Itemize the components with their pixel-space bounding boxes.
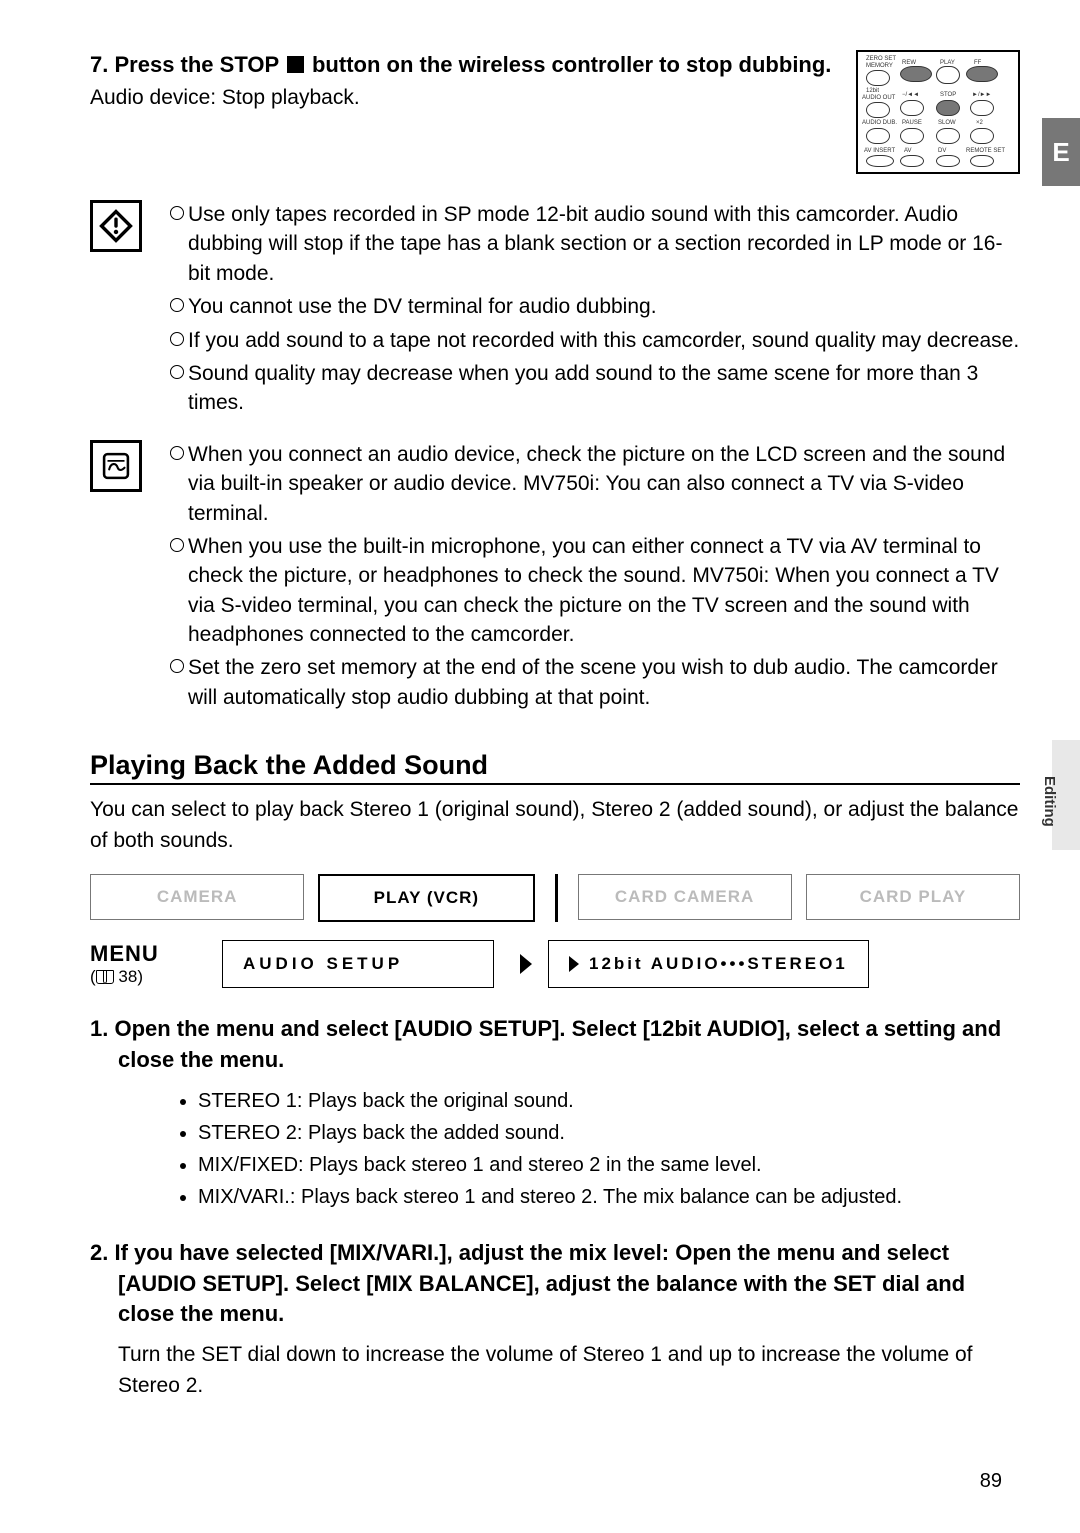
note-item: If you add sound to a tape not recorded … — [166, 326, 1020, 355]
step-body: Turn the SET dial down to increase the v… — [118, 1340, 1020, 1401]
section-tab-editing: Editing — [1052, 740, 1080, 850]
mode-indicator-row: CAMERA PLAY (VCR) CARD CAMERA CARD PLAY — [90, 874, 1020, 922]
step-bullet: STEREO 1: Plays back the original sound. — [198, 1086, 1020, 1116]
stop-icon — [287, 56, 304, 73]
arrow-icon — [520, 954, 532, 974]
mode-divider — [555, 874, 558, 922]
warning-icon — [90, 200, 142, 252]
section-heading: Playing Back the Added Sound — [90, 750, 1020, 785]
note-item: When you use the built-in microphone, yo… — [166, 532, 1020, 650]
play-icon — [569, 956, 579, 972]
note-item: Sound quality may decrease when you add … — [166, 359, 1020, 418]
step-bullet: MIX/FIXED: Plays back stereo 1 and stere… — [198, 1150, 1020, 1180]
note-item: Set the zero set memory at the end of th… — [166, 653, 1020, 712]
menu-label: MENU ( 38) — [90, 941, 210, 987]
notes-icon — [90, 440, 142, 492]
mode-play-vcr: PLAY (VCR) — [318, 874, 534, 922]
note-item: You cannot use the DV terminal for audio… — [166, 292, 1020, 321]
caution-block: Use only tapes recorded in SP mode 12-bi… — [90, 200, 1020, 422]
step-subtext: Audio device: Stop playback. — [90, 86, 836, 110]
book-icon — [96, 970, 114, 984]
side-tab: E — [1042, 118, 1080, 186]
step-title: 1. Open the menu and select [AUDIO SETUP… — [90, 1014, 1020, 1076]
numbered-step: 2. If you have selected [MIX/VARI.], adj… — [90, 1238, 1020, 1401]
note-item: Use only tapes recorded in SP mode 12-bi… — [166, 200, 1020, 288]
step-bullet: STEREO 2: Plays back the added sound. — [198, 1118, 1020, 1148]
numbered-step: 1. Open the menu and select [AUDIO SETUP… — [90, 1014, 1020, 1212]
notes-block: When you connect an audio device, check … — [90, 440, 1020, 717]
menu-chip-audio-setup: AUDIO SETUP — [222, 940, 494, 988]
step-bullet-list: STEREO 1: Plays back the original sound.… — [138, 1086, 1020, 1212]
mode-card-play: CARD PLAY — [806, 874, 1020, 920]
menu-path-row: MENU ( 38) AUDIO SETUP 12bit AUDIO•••STE… — [90, 940, 1020, 988]
remote-controller-diagram: ZERO SET MEMORY REW PLAY FF 12bit AUDIO … — [856, 50, 1020, 174]
section-intro: You can select to play back Stereo 1 (or… — [90, 795, 1020, 856]
mode-card-camera: CARD CAMERA — [578, 874, 792, 920]
page-number: 89 — [980, 1470, 1002, 1493]
step-title: 2. If you have selected [MIX/VARI.], adj… — [90, 1238, 1020, 1330]
step-7: 7. Press the STOP button on the wireless… — [90, 50, 1020, 174]
menu-chip-12bit-audio: 12bit AUDIO•••STEREO1 — [548, 940, 869, 988]
step-number: 7. — [90, 52, 108, 77]
step-bullet: MIX/VARI.: Plays back stereo 1 and stere… — [198, 1182, 1020, 1212]
mode-camera: CAMERA — [90, 874, 304, 920]
note-item: When you connect an audio device, check … — [166, 440, 1020, 528]
